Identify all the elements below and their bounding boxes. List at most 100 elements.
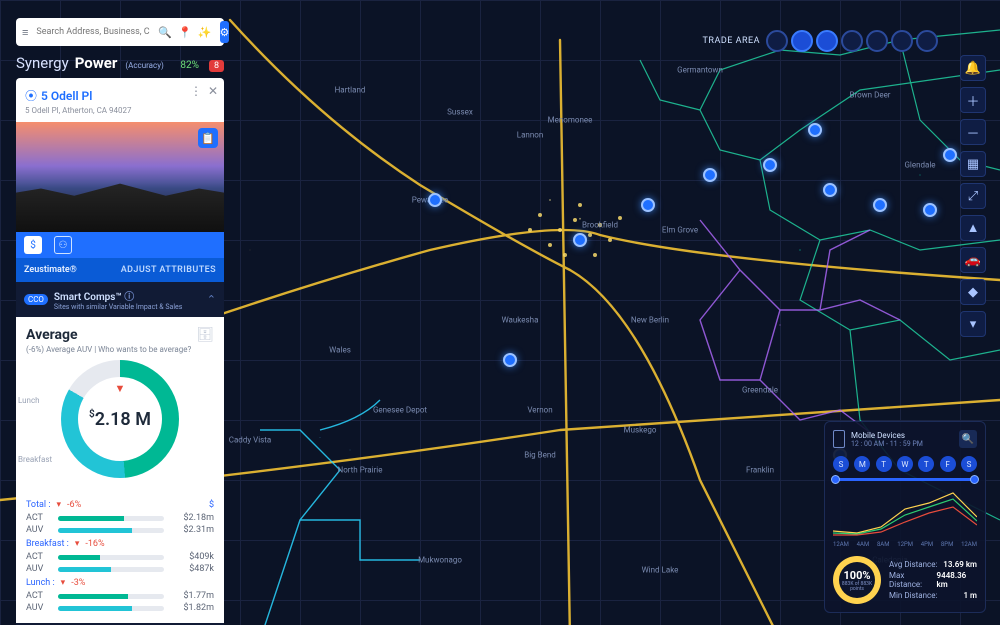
average-sub: (-6%) Average AUV | Who wants to be aver… bbox=[26, 345, 214, 354]
trade-dot[interactable] bbox=[766, 30, 788, 52]
trade-area-selector: TRADE AREA bbox=[703, 30, 938, 52]
layers-grid-button[interactable]: ▦ bbox=[960, 151, 986, 177]
address-line1: 5 Odell Pl bbox=[41, 89, 92, 103]
map-pin[interactable] bbox=[923, 203, 937, 217]
zoom-out-button[interactable]: － bbox=[960, 119, 986, 145]
zoom-in-button[interactable]: ＋ bbox=[960, 87, 986, 113]
map-pin[interactable] bbox=[503, 353, 517, 367]
metric-row: ACT$2.18m bbox=[26, 513, 214, 523]
trade-dot[interactable] bbox=[816, 30, 838, 52]
metric-row: AUV$487k bbox=[26, 564, 214, 574]
site-photo[interactable]: 📋 bbox=[16, 122, 224, 232]
magic-icon[interactable]: ✨ bbox=[198, 25, 212, 39]
down-arrow-icon: ▾ bbox=[75, 539, 80, 549]
accuracy-pct: 82% bbox=[180, 60, 199, 71]
zeustimate-label: Zeustimate® bbox=[24, 265, 77, 275]
down-arrow-icon: ▾ bbox=[57, 500, 62, 510]
map-pin[interactable] bbox=[873, 198, 887, 212]
map-pin[interactable] bbox=[573, 233, 587, 247]
trade-area-label: TRADE AREA bbox=[703, 36, 760, 46]
device-label: Mobile Devices bbox=[851, 431, 923, 440]
pin-icon: ⦿ bbox=[25, 89, 37, 103]
search-bar[interactable]: ≡ 🔍 📍 ✨ ⚙ bbox=[16, 18, 224, 46]
day-chip[interactable]: W bbox=[897, 456, 913, 472]
metric-row: AUV$2.31m bbox=[26, 525, 214, 535]
day-chip[interactable]: F bbox=[940, 456, 956, 472]
map-toolbar: 🔔 ＋ － ▦ ⤢ ▲ 🚗 ◆ ▾ bbox=[960, 55, 986, 337]
address-card-actions: ⋮ ✕ bbox=[190, 84, 218, 98]
marker-icon: ▼ bbox=[115, 382, 126, 395]
average-title: Average bbox=[26, 327, 214, 343]
left-panel: ≡ 🔍 📍 ✨ ⚙ Synergy Power (Accuracy) 82% 8… bbox=[16, 18, 224, 625]
time-slider[interactable] bbox=[833, 478, 977, 481]
donut-lunch-label: Lunch bbox=[18, 396, 40, 405]
database-icon[interactable]: 🗄 bbox=[196, 327, 214, 343]
page-title: Synergy Power (Accuracy) 82% 8 bbox=[16, 54, 224, 72]
analytics-panel: Mobile Devices 12 : 00 AM - 11 : 59 PM 🔍… bbox=[824, 421, 986, 613]
notifications-button[interactable]: 🔔 bbox=[960, 55, 986, 81]
lunch-section: Lunch : ▾ -3% bbox=[26, 578, 214, 588]
donut-breakfast-label: Breakfast bbox=[18, 455, 52, 464]
trade-dot[interactable] bbox=[866, 30, 888, 52]
money-button[interactable]: $ bbox=[24, 236, 42, 254]
metric-row: ACT$1.77m bbox=[26, 591, 214, 601]
measure-button[interactable]: ⤢ bbox=[960, 183, 986, 209]
cco-pill: CCO bbox=[24, 294, 48, 305]
title-word-1: Synergy bbox=[16, 54, 69, 72]
map-pin[interactable] bbox=[808, 123, 822, 137]
completion-ring: 100%883K of 883K points bbox=[833, 556, 881, 604]
trade-dot[interactable] bbox=[916, 30, 938, 52]
day-chip[interactable]: S bbox=[961, 456, 977, 472]
currency-toggle[interactable]: $ bbox=[209, 500, 214, 510]
location-icon[interactable]: 📍 bbox=[178, 25, 192, 39]
day-selector[interactable]: SMTWTFS bbox=[833, 456, 977, 472]
address-card: ⋮ ✕ ⦿ 5 Odell Pl 5 Odell Pl, Atherton, CA… bbox=[16, 78, 224, 122]
breakfast-section: Breakfast : ▾ -16% bbox=[26, 539, 214, 549]
people-button[interactable]: ⚇ bbox=[54, 236, 72, 254]
alert-badge[interactable]: 8 bbox=[209, 60, 224, 72]
menu-icon[interactable]: ≡ bbox=[22, 25, 28, 39]
stack-button[interactable]: ◆ bbox=[960, 279, 986, 305]
time-range: 12 : 00 AM - 11 : 59 PM bbox=[851, 440, 923, 448]
address-line2: 5 Odell Pl, Atherton, CA 94027 bbox=[25, 106, 215, 115]
map-pin[interactable] bbox=[943, 148, 957, 162]
drive-button[interactable]: 🚗 bbox=[960, 247, 986, 273]
search-icon[interactable]: 🔍 bbox=[158, 25, 172, 39]
map-pin[interactable] bbox=[823, 183, 837, 197]
smart-comps-title: Smart Comps™ bbox=[54, 292, 122, 303]
clipboard-icon[interactable]: 📋 bbox=[198, 128, 218, 148]
trade-dot[interactable] bbox=[841, 30, 863, 52]
adjust-attributes-link[interactable]: ADJUST ATTRIBUTES bbox=[121, 265, 216, 275]
metric-row: ACT$409k bbox=[26, 552, 214, 562]
chevron-up-icon[interactable]: ⌃ bbox=[207, 293, 216, 306]
map-pin[interactable] bbox=[641, 198, 655, 212]
device-icon bbox=[833, 430, 845, 448]
average-card: 🗄 Average (-6%) Average AUV | Who wants … bbox=[16, 317, 224, 490]
close-icon[interactable]: ✕ bbox=[208, 84, 218, 98]
kebab-icon[interactable]: ⋮ bbox=[190, 84, 202, 98]
mode-bar: $ ⚇ bbox=[16, 232, 224, 258]
map-pin[interactable] bbox=[428, 193, 442, 207]
day-chip[interactable]: T bbox=[918, 456, 934, 472]
day-chip[interactable]: M bbox=[854, 456, 870, 472]
day-chip[interactable]: T bbox=[876, 456, 892, 472]
hourly-chart bbox=[833, 489, 977, 537]
search-input[interactable] bbox=[34, 26, 152, 38]
filter-chip[interactable]: ⚙ bbox=[220, 21, 230, 43]
title-word-2: Power bbox=[75, 54, 118, 72]
trade-dot[interactable] bbox=[891, 30, 913, 52]
metric-row: AUV$1.82m bbox=[26, 603, 214, 613]
smart-comps-header[interactable]: CCO Smart Comps™ ⓘ Sites with similar Va… bbox=[16, 282, 224, 317]
search-icon[interactable]: 🔍 bbox=[959, 430, 977, 448]
map-pin[interactable] bbox=[763, 158, 777, 172]
heat-button[interactable]: ▲ bbox=[960, 215, 986, 241]
trade-area-dots[interactable] bbox=[766, 30, 938, 52]
trade-dot[interactable] bbox=[791, 30, 813, 52]
day-chip[interactable]: S bbox=[833, 456, 849, 472]
zeustimate-bar: Zeustimate® ADJUST ATTRIBUTES bbox=[16, 258, 224, 282]
metrics-card: Total : ▾ -6% $ ACT$2.18m AUV$2.31m Break… bbox=[16, 490, 224, 623]
total-section: Total : ▾ -6% $ bbox=[26, 500, 214, 510]
map-pin[interactable] bbox=[703, 168, 717, 182]
minimize-button[interactable]: ▾ bbox=[960, 311, 986, 337]
average-donut: ▼ $2.18 M bbox=[61, 360, 179, 478]
